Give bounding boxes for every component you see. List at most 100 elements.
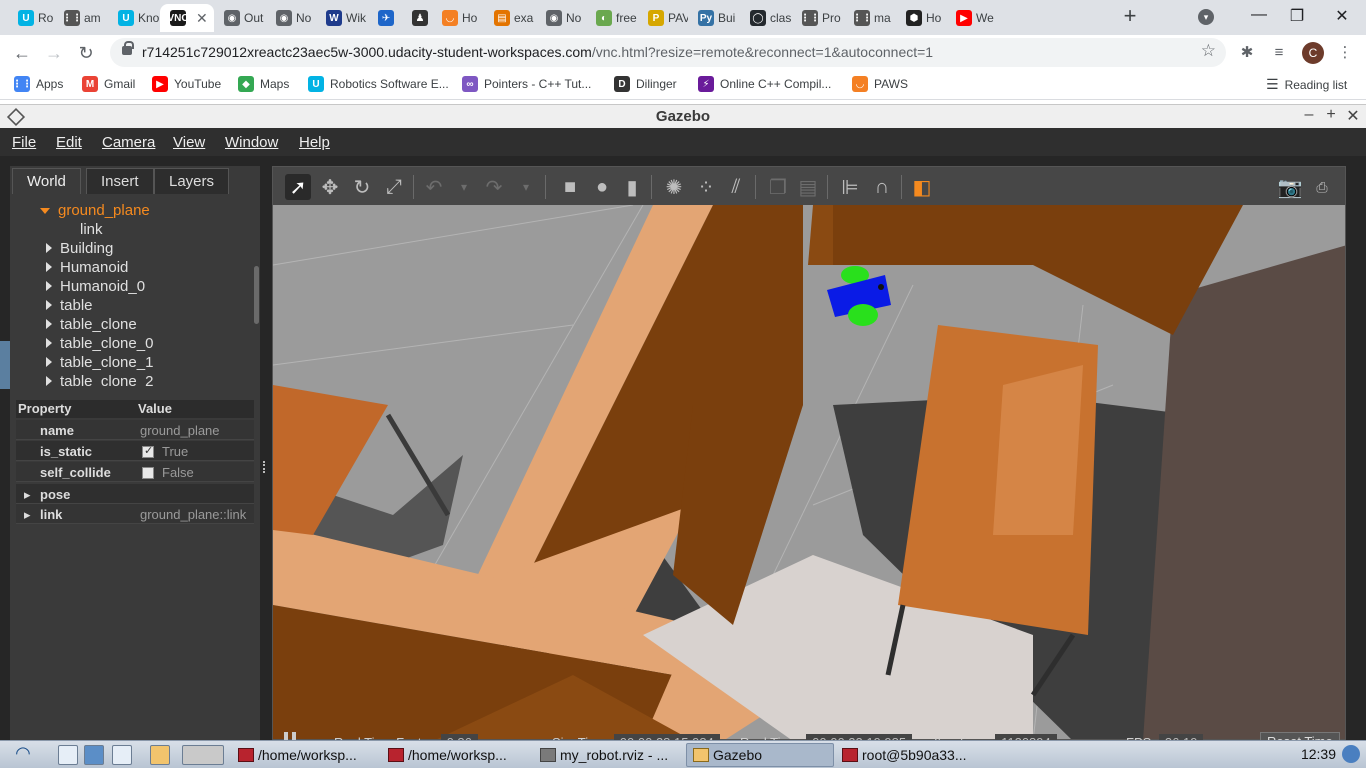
scale-mode-icon[interactable]: ⤢ [381,174,407,200]
tree-scrollbar[interactable] [254,266,259,324]
panel-splitter[interactable] [263,461,266,473]
align-icon[interactable]: ⊫ [837,174,863,200]
is-static-checkbox[interactable] [142,444,154,458]
bookmark-item[interactable]: M Gmail [82,76,135,92]
collapse-arrow-icon[interactable] [46,300,52,310]
browser-tab[interactable]: ⬢ Ho [896,4,946,32]
bookmark-item[interactable]: ⋮⋮ Apps [12,76,63,92]
tree-item-link[interactable]: link [80,221,103,238]
property-row-link[interactable]: ▸ link ground_plane::link [16,504,254,524]
restore-icon[interactable]: ❐ [1285,6,1309,26]
browser-tab[interactable]: ▤ exa [484,4,536,32]
snap-icon[interactable]: ∩ [869,174,895,200]
lock-icon[interactable] [122,41,134,55]
network-icon[interactable] [84,745,104,765]
task-gazebo[interactable]: Gazebo [686,743,834,767]
tab-layers[interactable]: Layers [154,168,230,194]
link-expand-icon[interactable]: ▸ [24,507,31,523]
gazebo-close-icon[interactable]: ✕ [1344,106,1362,126]
bookmark-item[interactable]: ⚡ Online C++ Compil... [698,76,831,92]
gazebo-minimize-icon[interactable]: – [1300,106,1318,124]
tree-item-table[interactable]: table [46,297,93,314]
self-collide-checkbox[interactable] [142,466,154,479]
menu-help[interactable]: Help [299,134,330,151]
url-text[interactable]: r714251c729012xreactc23aec5w-3000.udacit… [142,44,933,60]
redo-icon[interactable]: ↷ [481,174,507,200]
collapse-arrow-icon[interactable] [46,357,52,367]
browser-tab[interactable]: U Kno [108,4,160,32]
tree-item-table-clone-0[interactable]: table_clone_0 [46,335,153,352]
extensions-icon[interactable]: ✱ [1236,42,1258,64]
menu-window[interactable]: Window [225,134,278,151]
gazebo-launcher-icon[interactable] [150,745,170,765]
tab-world[interactable]: World [12,168,81,194]
log-icon[interactable]: ⎙ [1309,174,1335,200]
reading-list-button[interactable]: ☰ Reading list [1266,76,1347,93]
collapse-arrow-icon[interactable] [46,376,52,386]
menu-edit[interactable]: Edit [56,134,82,151]
browser-tab[interactable]: ◐ free [586,4,638,32]
bookmark-item[interactable]: ▶ YouTube [152,76,221,92]
task-root-terminal[interactable]: root@5b90a33... [836,743,986,767]
terminal-icon[interactable] [112,745,132,765]
start-menu-icon[interactable]: ◠ [8,743,38,767]
undo-icon[interactable]: ↶ [421,174,447,200]
expand-arrow-icon[interactable] [40,208,50,215]
close-window-icon[interactable]: ✕ [1330,6,1354,26]
tree-item-humanoid-0[interactable]: Humanoid_0 [46,278,145,295]
browser-tab[interactable]: ◉ Out [214,4,266,32]
undo-dropdown-icon[interactable]: ▾ [451,174,477,200]
file-manager-icon[interactable] [58,745,78,765]
address-bar[interactable]: r714251c729012xreactc23aec5w-3000.udacit… [110,38,1226,67]
browser-tab[interactable]: ◯ clas [740,4,792,32]
media-control-icon[interactable]: ≡ [1268,42,1290,64]
browser-tab[interactable]: Py Bui [688,4,740,32]
property-row-name[interactable]: name ground_plane [16,420,254,440]
browser-tab[interactable]: ✈ [368,4,402,32]
property-row-self-collide[interactable]: self_collide False [16,462,254,482]
reload-icon[interactable]: ↻ [74,41,98,65]
task-rviz[interactable]: my_robot.rviz - ... [534,743,684,767]
tree-item-building[interactable]: Building [46,240,113,257]
collapse-arrow-icon[interactable] [46,281,52,291]
paste-icon[interactable]: ▤ [795,174,821,200]
browser-tab[interactable]: ◉ No [536,4,586,32]
rotate-mode-icon[interactable]: ↻ [349,174,375,200]
property-row-is-static[interactable]: is_static True [16,441,254,461]
browser-tab[interactable]: ⋮⋮ am [54,4,108,32]
spot-light-icon[interactable]: ⁘ [693,174,719,200]
tab-insert[interactable]: Insert [86,168,154,194]
3d-viewport[interactable]: ➚ ✥ ↻ ⤢ ↶ ▾ ↷ ▾ ■ ● ▮ ✺ ⁘ ⫽ ❐ ▤ ⊫ ∩ ◧ 📷 [272,166,1346,740]
box-shape-icon[interactable]: ■ [557,174,583,200]
tree-item-ground-plane[interactable]: ground_plane [40,202,150,219]
browser-tab[interactable]: W Wik [316,4,368,32]
browser-tab[interactable]: ▶ We [946,4,1002,32]
copy-icon[interactable]: ❐ [765,174,791,200]
more-menu-icon[interactable]: ⋮ [1334,42,1356,64]
forward-icon[interactable]: → [42,41,66,65]
profile-avatar[interactable]: C [1302,42,1324,64]
bookmark-item[interactable]: ∞ Pointers - C++ Tut... [462,76,591,92]
menu-camera[interactable]: Camera [102,134,155,151]
menu-view[interactable]: View [173,134,205,151]
pose-expand-icon[interactable]: ▸ [24,487,31,503]
new-tab-button[interactable]: + [1118,5,1142,29]
select-mode-icon[interactable]: ➚ [285,174,311,200]
workspace-switcher[interactable] [182,745,224,765]
back-icon[interactable]: ← [10,41,34,65]
session-icon[interactable] [1342,745,1360,763]
minimize-icon[interactable]: — [1247,6,1271,24]
browser-tab[interactable]: VNC ✕ [160,4,214,32]
collapse-arrow-icon[interactable] [46,319,52,329]
tree-item-table-clone-2[interactable]: table_clone_2 [46,373,153,386]
browser-tab[interactable]: ♟ [402,4,432,32]
bookmark-item[interactable]: ◡ PAWS [852,76,908,92]
gazebo-maximize-icon[interactable]: + [1322,106,1340,124]
point-light-icon[interactable]: ✺ [661,174,687,200]
browser-tab[interactable]: U Rol [8,4,54,32]
screenshot-icon[interactable]: 📷 [1277,174,1303,200]
bookmark-star-icon[interactable]: ☆ [1201,41,1216,61]
sphere-shape-icon[interactable]: ● [589,174,615,200]
tab-search-icon[interactable]: ▾ [1198,9,1214,25]
view-angle-icon[interactable]: ◧ [909,174,935,200]
